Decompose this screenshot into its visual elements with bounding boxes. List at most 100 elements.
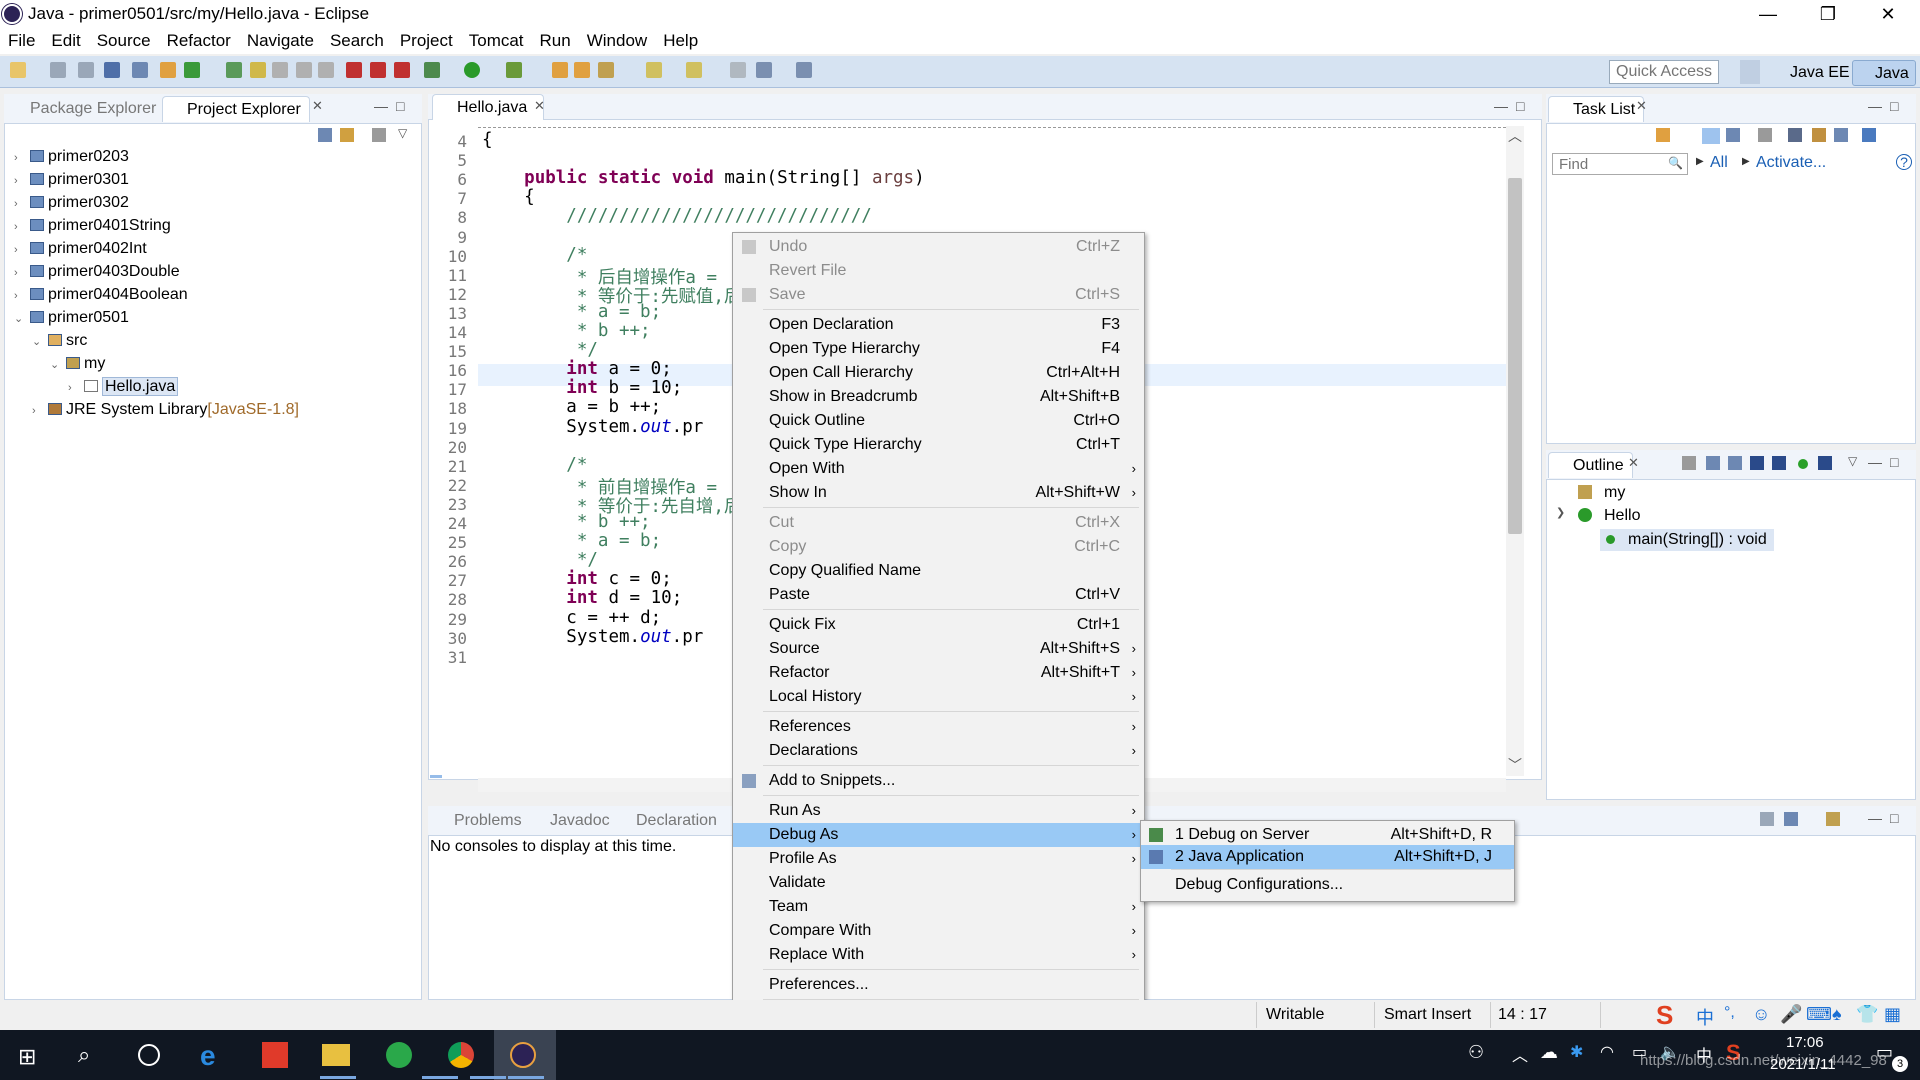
tab-project-explorer[interactable]: Project Explorer (162, 96, 310, 122)
outline-item-class[interactable]: Hello (1604, 505, 1640, 527)
context-menu-item[interactable]: Refactor Alt+Shift+T › (733, 661, 1144, 685)
code-line[interactable]: */ (482, 550, 598, 570)
minimize-view-icon[interactable]: — (374, 98, 388, 114)
close-task-list-icon[interactable]: ✕ (1636, 98, 1647, 114)
skin-icon[interactable]: ♠ (1832, 1004, 1842, 1025)
scrollbar-thumb[interactable] (1508, 178, 1522, 534)
debug-icon[interactable] (424, 62, 440, 78)
wifi-icon[interactable]: ◠ (1600, 1042, 1614, 1062)
toolbox-icon[interactable]: ▦ (1884, 1004, 1901, 1025)
tab-task-list[interactable]: Task List (1548, 96, 1645, 122)
save-icon[interactable] (50, 62, 66, 78)
focus-outline-icon[interactable] (1682, 456, 1696, 470)
code-line[interactable]: int a = 0; (482, 359, 671, 379)
code-line[interactable]: int d = 10; (482, 588, 682, 608)
start-icon[interactable]: ⊞ (18, 1044, 36, 1070)
open-type-icon[interactable] (226, 62, 242, 78)
onedrive-icon[interactable]: ☁ (1540, 1042, 1558, 1063)
chrome-icon[interactable] (448, 1042, 474, 1068)
context-menu-item[interactable]: Open With › (733, 457, 1144, 481)
close-tab-icon[interactable]: ✕ (312, 98, 323, 114)
run-icon[interactable] (464, 62, 480, 78)
bluetooth-icon[interactable]: ✱ (1570, 1042, 1583, 1062)
submenu-item[interactable]: Debug Configurations... (1141, 873, 1514, 897)
code-line[interactable]: public static void main(String[] args) (482, 168, 925, 188)
edge-icon[interactable]: e (200, 1040, 216, 1072)
context-menu-item[interactable]: Add to Snippets... (733, 769, 1144, 793)
chevron-right-icon[interactable]: › (32, 400, 46, 422)
context-menu-item[interactable]: Quick Fix Ctrl+1 (733, 613, 1144, 637)
open-console-icon[interactable] (1826, 812, 1840, 826)
link-with-editor-icon[interactable] (340, 128, 354, 142)
notifications-icon[interactable]: ▭ (1876, 1042, 1893, 1063)
maximize-task-list-icon[interactable]: □ (1890, 98, 1898, 114)
submenu-item[interactable]: 2 Java Application Alt+Shift+D, J (1141, 845, 1514, 869)
hide-local-types-icon[interactable] (1818, 456, 1832, 470)
context-menu-item[interactable]: Declarations › (733, 739, 1144, 763)
code-line[interactable]: * a = b; (482, 302, 661, 322)
context-menu-item[interactable]: Local History › (733, 685, 1144, 709)
minimize-outline-icon[interactable]: — (1868, 454, 1882, 470)
refresh-icon[interactable] (184, 62, 200, 78)
context-menu-item[interactable]: Validate (733, 871, 1144, 895)
context-menu-item[interactable]: Compare With › (733, 919, 1144, 943)
focus-workweek-icon[interactable] (1758, 128, 1772, 142)
whitespace-icon[interactable] (318, 62, 334, 78)
code-line[interactable]: { (482, 130, 493, 150)
sort-icon[interactable] (1728, 456, 1742, 470)
quick-access-input[interactable] (1609, 60, 1719, 84)
maximize-editor-icon[interactable]: □ (1516, 98, 1524, 114)
chevron-right-icon[interactable]: › (14, 285, 28, 307)
context-menu-item[interactable]: Quick Outline Ctrl+O (733, 409, 1144, 433)
block-selection-icon[interactable] (296, 62, 312, 78)
new-package-icon[interactable] (574, 62, 590, 78)
clock-time[interactable]: 17:06 (1786, 1034, 1824, 1051)
all-link[interactable]: All (1710, 154, 1728, 172)
tree-item[interactable]: › primer0203 (14, 146, 129, 168)
code-line[interactable]: /* (482, 245, 587, 265)
help-icon[interactable]: ? (1896, 154, 1912, 170)
code-line[interactable]: System.out.pr (482, 417, 703, 437)
outline-item-package[interactable]: my (1604, 482, 1625, 504)
close-editor-icon[interactable]: ✕ (534, 98, 545, 114)
chevron-right-icon[interactable]: › (14, 193, 28, 215)
tree-item[interactable]: › primer0402Int (14, 238, 147, 260)
tree-item[interactable]: › primer0401String (14, 215, 171, 237)
maximize-view-icon[interactable]: □ (396, 98, 404, 114)
open-perspective-icon[interactable] (1740, 60, 1760, 84)
context-menu-item[interactable]: Quick Type Hierarchy Ctrl+T (733, 433, 1144, 457)
new-task-icon[interactable] (1656, 128, 1670, 142)
tree-item[interactable]: ⌄ my (50, 353, 105, 375)
tab-hello-java[interactable]: Hello.java (432, 94, 544, 120)
ime-lang[interactable]: 中 (1696, 1004, 1714, 1030)
context-menu-item[interactable]: Debug As › (733, 823, 1144, 847)
code-line[interactable]: * b ++; (482, 321, 651, 341)
chevron-right-icon[interactable]: › (14, 216, 28, 238)
code-line[interactable]: int b = 10; (482, 378, 682, 398)
search-icon[interactable] (272, 62, 288, 78)
scroll-down-icon[interactable]: ﹀ (1508, 755, 1522, 775)
context-menu-item[interactable]: Replace With › (733, 943, 1144, 967)
menu-help[interactable]: Help (655, 28, 706, 54)
minimize-task-list-icon[interactable]: — (1868, 98, 1882, 114)
code-line[interactable]: */ (482, 340, 598, 360)
menu-refactor[interactable]: Refactor (159, 28, 239, 54)
show-hidden-icons[interactable]: ︿ (1512, 1042, 1528, 1066)
task-view-icon[interactable] (138, 1044, 160, 1066)
menu-source[interactable]: Source (89, 28, 159, 54)
open-task-icon[interactable] (598, 62, 614, 78)
chevron-right-icon[interactable]: › (68, 377, 82, 399)
maximize-console-icon[interactable]: □ (1890, 810, 1898, 826)
minimize-console-icon[interactable]: — (1868, 810, 1882, 826)
sync-icon[interactable] (1812, 128, 1826, 142)
taskbar-search-icon[interactable]: ⌕ (78, 1042, 90, 1068)
outline-view-menu-icon[interactable]: ▽ (1848, 454, 1857, 468)
collapse-all-icon[interactable] (318, 128, 332, 142)
menu-tomcat[interactable]: Tomcat (461, 28, 532, 54)
view-menu-icon[interactable]: ▽ (398, 126, 407, 140)
hide-completed-icon[interactable] (1788, 128, 1802, 142)
chevron-right-icon[interactable]: › (14, 147, 28, 169)
context-menu-item[interactable]: Open Declaration F3 (733, 313, 1144, 337)
activate-link[interactable]: Activate... (1756, 154, 1826, 172)
outline-expand-icon[interactable]: ❯ (1556, 506, 1565, 519)
